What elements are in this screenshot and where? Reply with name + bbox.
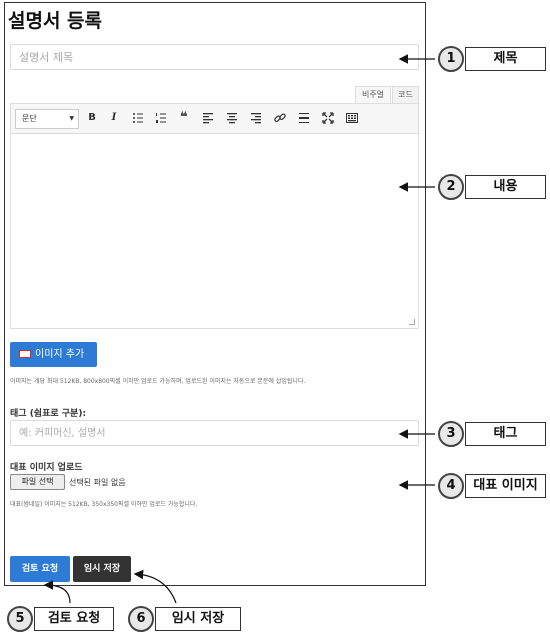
callout-5-label: 검토 요청 [34,607,114,631]
callout-2-label: 내용 [465,175,546,199]
callout-3-number: 3 [438,421,464,447]
callout-4-number: 4 [438,473,464,499]
callout-1-label: 제목 [465,47,546,71]
callout-3-label: 태그 [465,422,546,446]
callout-6-label: 임시 저장 [155,607,241,631]
callout-6-number: 6 [128,606,154,632]
callout-arrows [43,54,435,604]
callout-1-number: 1 [438,46,464,72]
callout-4-label: 대표 이미지 [465,474,546,498]
callout-2-number: 2 [438,174,464,200]
callout-5-number: 5 [7,606,33,632]
